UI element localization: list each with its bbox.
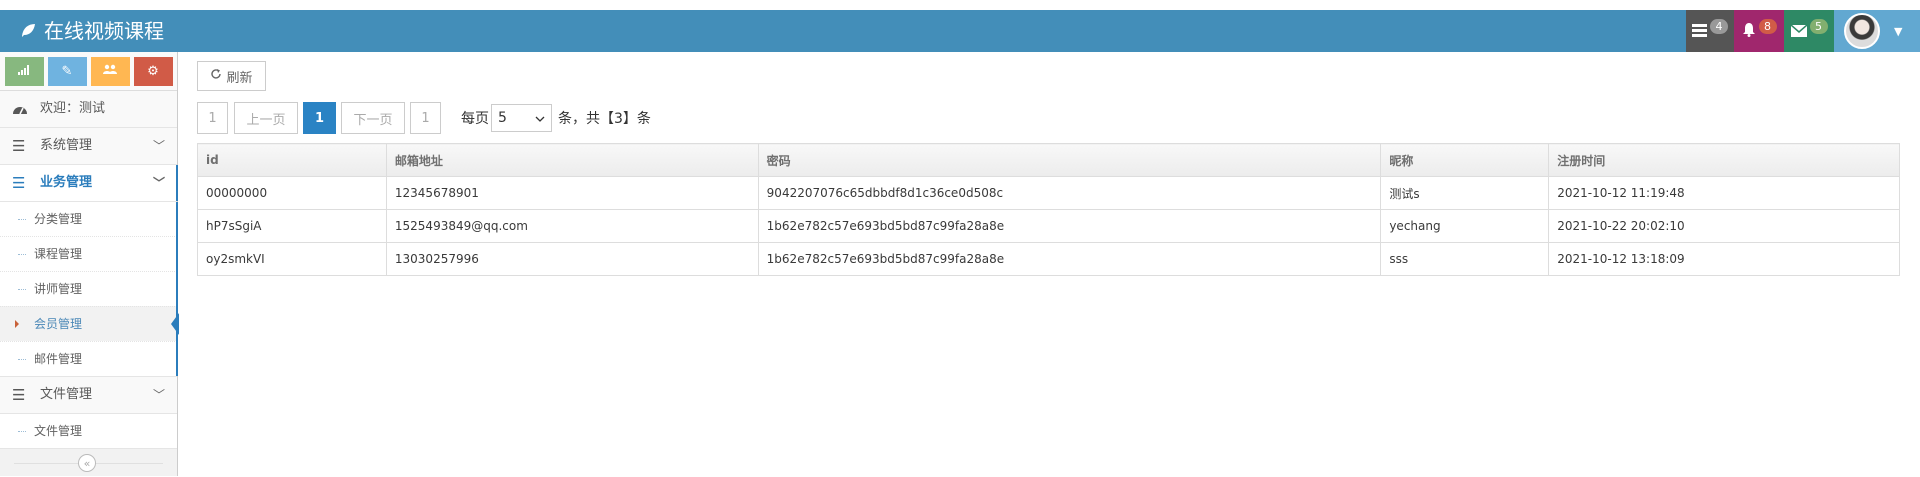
sidebar-item-category[interactable]: 分类管理 <box>0 202 177 236</box>
column-header-email[interactable]: 邮箱地址 <box>385 143 759 177</box>
sidebar-item-label: 分类管理 <box>34 212 83 226</box>
per-page-value: 5 <box>498 110 507 126</box>
table-cell: oy2smkVI <box>197 242 387 276</box>
per-page-select[interactable]: 5 <box>491 104 552 132</box>
refresh-label: 刷新 <box>226 70 253 86</box>
sidebar-item-member[interactable]: 会员管理 <box>0 306 179 341</box>
signal-icon <box>18 64 30 79</box>
table-cell: 12345678901 <box>385 176 759 210</box>
bell-icon <box>1742 22 1756 41</box>
dashboard-icon <box>12 91 30 128</box>
tasks-icon <box>1692 22 1707 41</box>
shortcut-cogs-button[interactable]: ⚙ <box>133 56 173 86</box>
app-title: 在线视频课程 <box>44 19 164 43</box>
sidebar-item-label: 邮件管理 <box>34 352 83 366</box>
tasks-button[interactable]: 4 <box>1686 10 1734 52</box>
sidebar: ✎ ⚙ 欢迎：测试 ☰ 系统管理 ﹀ ☰ 业务管理 ﹀ 分类管理 课程管理 讲师… <box>0 52 179 477</box>
sidebar-item-label: 会员管理 <box>34 317 83 331</box>
table-row[interactable]: hP7sSgiA 1525493849@qq.com 1b62e782c57e6… <box>197 209 1900 243</box>
navbar: 在线视频课程 4 8 5 ▼ <box>0 10 1920 52</box>
sidebar-item-label: 文件管理 <box>40 387 93 402</box>
first-page-button[interactable]: 1 <box>197 102 228 134</box>
prev-page-button[interactable]: 上一页 <box>234 102 298 134</box>
sidebar-item-file-manage[interactable]: 文件管理 <box>0 414 177 448</box>
refresh-icon <box>210 68 222 84</box>
table-cell: hP7sSgiA <box>197 209 387 243</box>
pagination: 1 上一页 1 下一页 1 每页 5 条，共【3】条 <box>197 102 651 134</box>
sidebar-item-label: 讲师管理 <box>34 282 83 296</box>
main-content: 刷新 1 上一页 1 下一页 1 每页 5 条，共【3】条 id 邮箱地址 密码… <box>178 52 1920 476</box>
sidebar-shortcuts: ✎ ⚙ <box>0 52 177 91</box>
shortcut-signal-button[interactable] <box>4 56 44 86</box>
table-cell: 1b62e782c57e693bd5bd87c99fa28a8e <box>757 209 1382 243</box>
messages-badge: 5 <box>1809 18 1828 34</box>
column-header-register-time[interactable]: 注册时间 <box>1548 143 1900 177</box>
table-cell: yechang <box>1380 209 1550 243</box>
sidebar-item-label: 系统管理 <box>40 138 93 153</box>
sidebar-item-mail[interactable]: 邮件管理 <box>0 341 177 376</box>
navbar-right: 4 8 5 ▼ <box>1686 10 1920 52</box>
chevron-down-icon: ﹀ <box>152 388 165 402</box>
table-cell: 2021-10-22 20:02:10 <box>1548 209 1900 243</box>
total-count-text: 条，共【3】条 <box>558 111 651 127</box>
refresh-button[interactable]: 刷新 <box>197 61 266 91</box>
users-icon <box>103 64 117 79</box>
next-page-button[interactable]: 下一页 <box>341 102 405 134</box>
list-icon: ☰ <box>12 386 26 404</box>
sidebar-collapse-bar: « <box>0 449 177 477</box>
sidebar-item-welcome[interactable]: 欢迎：测试 <box>0 91 177 128</box>
member-table: id 邮箱地址 密码 昵称 注册时间 00000000 12345678901 … <box>197 143 1900 276</box>
brand[interactable]: 在线视频课程 <box>20 10 164 52</box>
collapse-sidebar-button[interactable]: « <box>78 454 96 472</box>
table-cell: 2021-10-12 11:19:48 <box>1548 176 1900 210</box>
table-row[interactable]: 00000000 12345678901 9042207076c65dbbdf8… <box>197 176 1900 210</box>
table-cell: 9042207076c65dbbdf8d1c36ce0d508c <box>757 176 1382 210</box>
table-header-row: id 邮箱地址 密码 昵称 注册时间 <box>197 143 1900 177</box>
sidebar-item-label: 文件管理 <box>34 424 83 438</box>
caret-down-icon: ▼ <box>1894 24 1903 38</box>
sidebar-item-teacher[interactable]: 讲师管理 <box>0 271 177 306</box>
pencil-icon: ✎ <box>61 63 73 79</box>
table-cell: 1b62e782c57e693bd5bd87c99fa28a8e <box>757 242 1382 276</box>
table-row[interactable]: oy2smkVI 13030257996 1b62e782c57e693bd5b… <box>197 242 1900 276</box>
column-header-nickname[interactable]: 昵称 <box>1380 143 1550 177</box>
messages-button[interactable]: 5 <box>1784 10 1834 52</box>
chevron-down-icon: ﹀ <box>152 176 165 190</box>
avatar <box>1844 13 1880 49</box>
notifications-badge: 8 <box>1758 18 1777 34</box>
table-cell: 00000000 <box>197 176 387 210</box>
chevron-down-icon: ﹀ <box>152 139 165 153</box>
column-header-id[interactable]: id <box>197 143 387 177</box>
table-cell: sss <box>1380 242 1550 276</box>
business-submenu: 分类管理 课程管理 讲师管理 会员管理 邮件管理 <box>0 202 179 377</box>
envelope-icon <box>1790 22 1807 41</box>
shortcut-users-button[interactable] <box>90 56 130 86</box>
sidebar-item-label: 业务管理 <box>40 175 93 190</box>
sidebar-item-system[interactable]: ☰ 系统管理 ﹀ <box>0 128 177 165</box>
last-page-button[interactable]: 1 <box>410 102 441 134</box>
notifications-button[interactable]: 8 <box>1734 10 1784 52</box>
table-cell: 2021-10-12 13:18:09 <box>1548 242 1900 276</box>
top-strip <box>0 0 1920 10</box>
per-page-label: 每页 <box>461 111 489 127</box>
shortcut-pencil-button[interactable]: ✎ <box>47 56 87 86</box>
list-icon: ☰ <box>12 174 26 192</box>
user-menu-button[interactable]: ▼ <box>1834 10 1920 52</box>
column-header-password[interactable]: 密码 <box>757 143 1382 177</box>
chevron-down-icon <box>535 112 545 125</box>
leaf-icon <box>20 12 40 54</box>
files-submenu: 文件管理 <box>0 414 177 449</box>
sidebar-item-label: 课程管理 <box>34 247 83 261</box>
cogs-icon: ⚙ <box>147 63 159 79</box>
tasks-badge: 4 <box>1710 18 1728 34</box>
list-icon: ☰ <box>12 137 26 155</box>
current-page-button[interactable]: 1 <box>303 102 336 134</box>
table-cell: 1525493849@qq.com <box>385 209 759 243</box>
table-cell: 测试s <box>1380 176 1550 210</box>
sidebar-item-files[interactable]: ☰ 文件管理 ﹀ <box>0 377 177 414</box>
sidebar-item-business[interactable]: ☰ 业务管理 ﹀ <box>0 165 178 202</box>
sidebar-item-course[interactable]: 课程管理 <box>0 236 177 271</box>
table-cell: 13030257996 <box>385 242 759 276</box>
welcome-text: 欢迎：测试 <box>40 101 106 116</box>
